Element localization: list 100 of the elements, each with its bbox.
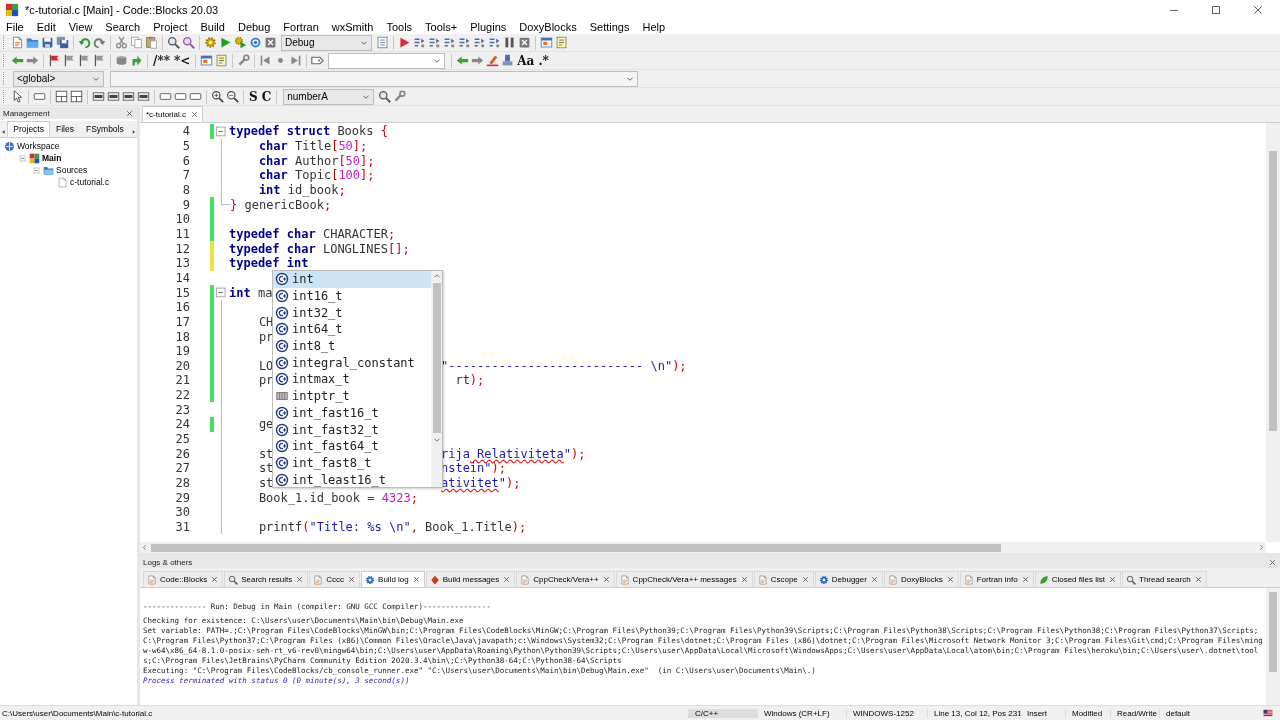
wrench-icon[interactable] <box>393 90 407 103</box>
close-icon[interactable] <box>800 575 810 584</box>
log-tab[interactable]: Build messages <box>425 571 516 587</box>
close-icon[interactable] <box>739 575 749 584</box>
previous-icon[interactable] <box>259 54 273 67</box>
rectangle-icon[interactable] <box>33 90 46 103</box>
close-icon[interactable] <box>502 575 512 584</box>
scrollbar[interactable] <box>431 271 442 487</box>
toolbar-button[interactable]: Aa <box>515 52 537 69</box>
scroll-right-icon[interactable] <box>1257 543 1266 552</box>
flag-icon[interactable] <box>78 54 91 67</box>
autocomplete-item[interactable]: intmax_t <box>273 371 431 388</box>
document-icon[interactable] <box>376 36 389 49</box>
file-tab[interactable]: *c-tutorial.c <box>142 106 203 122</box>
back-arrow-icon[interactable] <box>456 54 470 67</box>
step-icon[interactable] <box>443 36 456 49</box>
open-folder-icon[interactable] <box>26 36 39 49</box>
log-tab[interactable]: DoxyBlocks <box>883 571 959 587</box>
menu-item[interactable]: Project <box>153 21 188 33</box>
step-icon[interactable] <box>473 36 486 49</box>
menu-item[interactable]: Build <box>200 21 225 33</box>
panel-icon[interactable] <box>137 90 150 103</box>
close-icon[interactable] <box>1252 4 1264 16</box>
scroll-thumb[interactable] <box>1269 592 1277 672</box>
scroll-thumb[interactable] <box>432 283 441 433</box>
search-icon[interactable] <box>378 90 392 103</box>
tag-icon[interactable] <box>311 54 325 67</box>
menu-item[interactable]: Tools+ <box>425 21 458 33</box>
debug-run-icon[interactable] <box>398 36 411 49</box>
dropdown[interactable]: numberA <box>283 88 375 105</box>
step-icon[interactable] <box>458 36 471 49</box>
dropdown[interactable]: <global> <box>13 70 104 87</box>
close-icon[interactable] <box>1193 575 1203 584</box>
log-tab[interactable]: Debugger <box>814 571 883 587</box>
tree-item[interactable]: c-tutorial.c <box>70 177 110 187</box>
autocomplete-item[interactable]: intptr_t <box>273 387 431 405</box>
menu-item[interactable]: Edit <box>36 21 56 33</box>
autocomplete-item[interactable]: integral_constant <box>273 354 431 372</box>
log-tab[interactable]: Closed files list <box>1034 571 1121 587</box>
toolbar-button[interactable]: S <box>247 88 260 105</box>
toolbar-button[interactable]: /** <box>151 52 172 69</box>
save-icon[interactable] <box>41 36 54 49</box>
autocomplete-item[interactable]: int_least16_t <box>273 471 431 488</box>
zoom-out-icon[interactable] <box>226 90 239 103</box>
scrollbar[interactable] <box>1266 588 1280 705</box>
flag-icon[interactable] <box>63 54 76 67</box>
autocomplete-item[interactable]: int_fast8_t <box>273 454 431 472</box>
close-icon[interactable] <box>347 575 357 584</box>
note-icon[interactable] <box>555 36 568 49</box>
menu-item[interactable]: Tools <box>386 21 413 33</box>
autocomplete-item[interactable]: int32_t <box>273 304 431 322</box>
pointer-icon[interactable] <box>11 90 24 103</box>
flag-icon[interactable] <box>48 54 61 67</box>
menu-item[interactable]: Fortran <box>283 21 319 33</box>
zoom-in-icon[interactable] <box>211 90 224 103</box>
step-icon[interactable] <box>488 36 501 49</box>
close-icon[interactable] <box>869 575 879 584</box>
rectangle-icon[interactable] <box>159 90 172 103</box>
close-icon[interactable] <box>1108 575 1117 584</box>
log-tab[interactable]: Cccc <box>309 571 361 587</box>
close-icon[interactable] <box>190 109 199 119</box>
menu-item[interactable]: Search <box>105 21 141 33</box>
highlighter-icon[interactable] <box>486 54 500 67</box>
autocomplete-item[interactable]: int8_t <box>273 337 431 355</box>
close-icon[interactable] <box>601 575 611 584</box>
flag-icon[interactable] <box>93 54 106 67</box>
panel-icon[interactable] <box>122 90 135 103</box>
forward-arrow-icon[interactable] <box>26 54 39 67</box>
step-icon[interactable] <box>428 36 441 49</box>
gear-icon[interactable] <box>204 36 217 49</box>
stamp-icon[interactable] <box>501 54 515 67</box>
rectangle-icon[interactable] <box>174 90 187 103</box>
file-icon[interactable] <box>11 36 24 49</box>
refresh-icon[interactable] <box>249 36 262 49</box>
paste-icon[interactable] <box>145 36 158 49</box>
scroll-thumb[interactable] <box>1269 151 1277 431</box>
next-icon[interactable] <box>289 54 303 67</box>
redo-icon[interactable] <box>93 36 106 49</box>
panel-tab[interactable]: Files <box>50 121 80 137</box>
window-icon[interactable] <box>540 36 553 49</box>
forward-arrow-icon[interactable] <box>471 54 485 67</box>
toolbar-button[interactable]: C <box>259 88 274 105</box>
log-tab[interactable]: Search results <box>224 571 309 587</box>
log-tab[interactable]: Build log <box>361 571 425 587</box>
close-icon[interactable] <box>1020 575 1030 584</box>
close-icon[interactable] <box>945 575 955 584</box>
wrench-icon[interactable] <box>237 54 251 67</box>
replace-icon[interactable] <box>182 36 195 49</box>
rectangle-icon[interactable] <box>189 90 202 103</box>
autocomplete-item[interactable]: int_fast16_t <box>273 404 431 422</box>
close-icon[interactable] <box>1268 557 1277 567</box>
menu-item[interactable]: DoxyBlocks <box>519 21 577 33</box>
panel-tab[interactable]: FSymbols <box>79 121 130 137</box>
undo-icon[interactable] <box>78 36 91 49</box>
step-icon[interactable] <box>413 36 426 49</box>
copy-icon[interactable] <box>130 36 143 49</box>
log-tab[interactable]: Fortran info <box>959 571 1034 587</box>
close-icon[interactable] <box>295 575 305 584</box>
log-tab[interactable]: Code::Blocks <box>143 571 224 587</box>
panel-icon[interactable] <box>92 90 105 103</box>
